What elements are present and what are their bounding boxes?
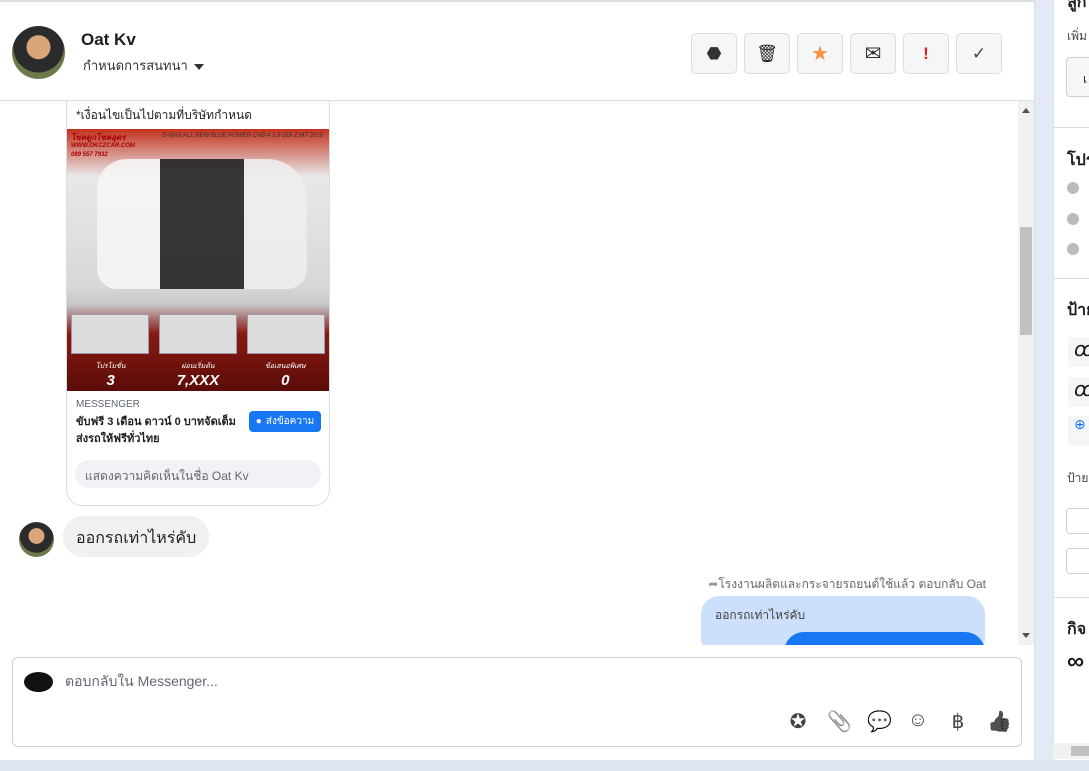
spam-icon: ⬣ bbox=[706, 43, 722, 63]
ad-card[interactable]: *เงื่อนไขเป็นไปตามที่บริษัทกำหนด โชคดูกโ… bbox=[66, 101, 330, 506]
label-input[interactable] bbox=[1066, 508, 1089, 534]
spam-button[interactable]: ⬣ bbox=[691, 33, 737, 74]
page-avatar bbox=[24, 672, 53, 692]
assign-conversation-dropdown[interactable]: กำหนดการสนทนา bbox=[83, 55, 204, 76]
composer-tools: ✪ 📎 💬 ☺ ฿ 👍 bbox=[787, 709, 1012, 734]
like-icon[interactable]: 👍 bbox=[987, 709, 1012, 734]
ad-brand: โชคดูกโชคอุดร WWW.OKCZCAR.COM 089 557 7932 bbox=[71, 133, 135, 158]
delete-button[interactable]: 🗑 bbox=[744, 33, 790, 74]
add-label-button[interactable]: ⊕ bbox=[1068, 416, 1089, 446]
label-tag[interactable]: ꝏ bbox=[1068, 377, 1089, 407]
ad-title: ขับฟรี 3 เดือน ดาวน์ 0 บาทจัดเต็ม ส่งรถใ… bbox=[76, 416, 236, 445]
add-button[interactable]: เ bbox=[1066, 57, 1089, 97]
reply-meta: ➦โรงงานผลิตและกระจายรถยนต์ใช้แล้ว ตอบกลั… bbox=[708, 577, 986, 591]
reply-icon: ➦ bbox=[708, 577, 719, 591]
saved-reply-icon[interactable]: ✪ bbox=[787, 709, 809, 734]
star-icon: ★ bbox=[811, 43, 829, 65]
assign-label: กำหนดการสนทนา bbox=[83, 58, 188, 73]
contact-name[interactable]: Oat Kv bbox=[81, 30, 136, 50]
labels-subtitle: ป้าย bbox=[1067, 471, 1089, 485]
contact-details-panel: ลูก เพิ่ม เ โปร ป้าย ꝏ ꝏ ⊕ ป้าย กิจ ∞ bbox=[1053, 0, 1089, 760]
ad-condition-text: *เงื่อนไขเป็นไปตามที่บริษัทกำหนด bbox=[76, 108, 252, 122]
important-button[interactable]: ! bbox=[903, 33, 949, 74]
attachment-icon[interactable]: 📎 bbox=[827, 709, 852, 734]
avatar[interactable] bbox=[12, 26, 65, 79]
comment-input[interactable]: แสดงความคิดเห็นในชื่อ Oat Kv bbox=[75, 460, 321, 488]
promo-item: โปรโมชั่น 3 bbox=[95, 363, 126, 389]
conversation-panel: Oat Kv กำหนดการสนทนา ⬣ 🗑 ★ ✉ ! ✓ *เงื่อน… bbox=[0, 0, 1035, 760]
message-list: *เงื่อนไขเป็นไปตามที่บริษัทกำหนด โชคดูกโ… bbox=[0, 101, 1018, 645]
label-tag[interactable]: ꝏ bbox=[1068, 337, 1089, 367]
conversation-header: Oat Kv กำหนดการสนทนา ⬣ 🗑 ★ ✉ ! ✓ bbox=[0, 0, 1035, 101]
horizontal-scrollbar[interactable] bbox=[1053, 743, 1089, 759]
send-message-button[interactable]: ● ส่งข้อความ bbox=[249, 411, 321, 432]
mark-unread-button[interactable]: ✉ bbox=[850, 33, 896, 74]
action-toolbar: ⬣ 🗑 ★ ✉ ! ✓ bbox=[691, 33, 1002, 74]
outgoing-message bbox=[784, 632, 985, 645]
add-label: เพิ่ม bbox=[1067, 29, 1087, 43]
caret-down-icon bbox=[193, 63, 204, 70]
ad-image: โชคดูกโชคอุดร WWW.OKCZCAR.COM 089 557 7932… bbox=[67, 129, 329, 391]
profile-title: โปร bbox=[1067, 152, 1089, 169]
activity-icon: ∞ bbox=[1067, 648, 1085, 675]
chat-icon[interactable]: 💬 bbox=[867, 709, 892, 734]
sender-avatar[interactable] bbox=[19, 522, 54, 557]
bottom-bar bbox=[0, 760, 1089, 771]
car-image bbox=[97, 159, 307, 289]
baht-icon[interactable]: ฿ bbox=[947, 709, 969, 734]
reply-composer: ✪ 📎 💬 ☺ ฿ 👍 bbox=[12, 657, 1022, 747]
activity-title: กิจ bbox=[1067, 621, 1087, 638]
trash-icon: 🗑 bbox=[756, 43, 778, 63]
incoming-message: ออกรถเท่าไหร่คับ bbox=[63, 516, 210, 557]
label-input[interactable] bbox=[1066, 548, 1089, 574]
location-icon bbox=[1067, 243, 1079, 255]
messenger-icon: ● bbox=[255, 416, 262, 427]
section-title: ลูก bbox=[1067, 0, 1087, 11]
important-icon: ! bbox=[923, 43, 929, 63]
check-icon: ✓ bbox=[971, 43, 987, 63]
education-icon bbox=[1067, 213, 1079, 225]
reply-input[interactable] bbox=[65, 673, 765, 689]
promo-item: ข้อเสนอพิเศษ 0 bbox=[264, 363, 306, 389]
labels-title: ป้าย bbox=[1067, 302, 1089, 319]
done-button[interactable]: ✓ bbox=[956, 33, 1002, 74]
ad-thumbnails bbox=[71, 314, 325, 354]
ad-model: D-MAX ALL NEW BLUE POWER CAB-4 1.9 DDI Z… bbox=[162, 133, 323, 139]
message-scrollbar[interactable] bbox=[1018, 101, 1034, 645]
ad-promos: โปรโมชั่น 3 ผ่อนเริ่มต้น 7,XXX ข้อเสนอพิเศ… bbox=[67, 357, 329, 389]
star-button[interactable]: ★ bbox=[797, 33, 843, 74]
ad-source: MESSENGER bbox=[76, 399, 140, 410]
emoji-icon[interactable]: ☺ bbox=[907, 709, 929, 734]
promo-item: ผ่อนเริ่มต้น 7,XXX bbox=[176, 363, 220, 389]
mail-icon: ✉ bbox=[864, 43, 882, 65]
clock-icon bbox=[1067, 182, 1079, 194]
